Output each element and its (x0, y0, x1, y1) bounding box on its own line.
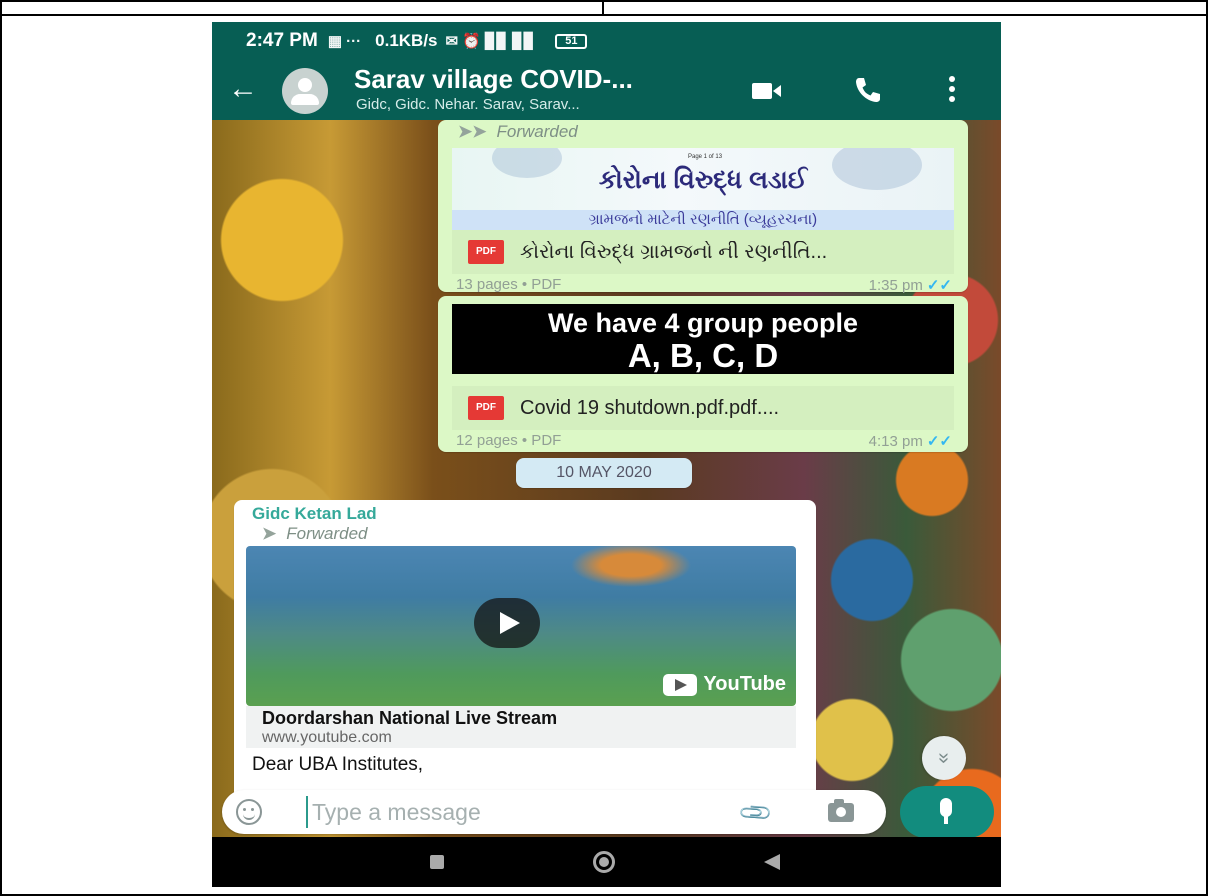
pdf-icon: PDF (468, 396, 504, 420)
back-arrow-icon[interactable]: ← (228, 72, 258, 106)
forwarded-label: ➤➤ Forwarded (458, 122, 578, 142)
chat-wallpaper: ➤➤ Forwarded Page 1 of 13 કોરોના વિરુદ્ધ … (212, 120, 1001, 837)
mic-button[interactable] (900, 786, 994, 838)
message-input[interactable] (306, 796, 706, 828)
message-bubble[interactable]: ➤➤ Forwarded Page 1 of 13 કોરોના વિરુદ્ધ … (438, 120, 968, 294)
recents-icon[interactable] (430, 855, 444, 869)
chat-participants[interactable]: Gidc, Gidc. Nehar. Sarav, Sarav... (356, 96, 580, 113)
document-meta: 12 pages • PDF (456, 432, 562, 449)
home-icon[interactable] (593, 851, 615, 873)
camera-icon[interactable] (828, 799, 854, 822)
read-ticks-icon: ✓✓ (926, 433, 952, 450)
chat-header: ← Sarav village COVID-... Gidc, Gidc. Ne… (212, 60, 1001, 120)
video-call-icon[interactable] (752, 82, 782, 100)
net-speed: 0.1KB/s (375, 31, 438, 50)
voice-call-icon[interactable] (852, 74, 884, 106)
play-icon[interactable] (474, 598, 540, 648)
message-bubble[interactable]: Gidc Ketan Lad ➤ Forwarded YouTube Doorda… (234, 500, 816, 800)
document-row[interactable]: PDF Covid 19 shutdown.pdf.pdf.... (452, 386, 954, 430)
message-time: 1:35 pm ✓✓ (869, 276, 952, 294)
system-nav-bar (212, 837, 1001, 887)
preview-line-1: We have 4 group people (547, 308, 859, 338)
read-ticks-icon: ✓✓ (926, 277, 952, 294)
forwarded-text: Forwarded (496, 122, 578, 141)
frame-divider (0, 14, 1208, 16)
date-divider: 10 MAY 2020 (516, 458, 692, 488)
chat-title[interactable]: Sarav village COVID-... (354, 64, 633, 95)
scroll-down-icon[interactable]: » (922, 736, 966, 780)
more-menu-icon[interactable] (948, 76, 956, 104)
message-bubble[interactable]: We have 4 group people A, B, C, D PDF Co… (438, 296, 968, 452)
youtube-logo: YouTube (663, 673, 786, 696)
video-thumbnail[interactable]: YouTube (246, 546, 796, 706)
preview-line-2: A, B, C, D (627, 337, 779, 374)
notification-icons: ▦ ··· (327, 33, 362, 50)
emoji-icon[interactable] (236, 799, 262, 825)
preview-subtitle: ગ્રામજનો માટેની રણનીતિ (વ્યૂહરચના) (452, 210, 954, 230)
document-row[interactable]: PDF કોરોના વિરુદ્ધ ગ્રામજનો ની રણનીતિ... (452, 230, 954, 274)
forwarded-icon: ➤ (262, 524, 277, 543)
document-preview[interactable]: Page 1 of 13 કોરોના વિરુદ્ધ લડાઈ ગ્રામજન… (452, 148, 954, 230)
document-name: Covid 19 shutdown.pdf.pdf.... (520, 396, 780, 419)
forwarded-label: ➤ Forwarded (262, 524, 368, 544)
attach-icon[interactable]: 📎 (737, 794, 775, 832)
document-name: કોરોના વિરુદ્ધ ગ્રામજનો ની રણનીતિ... (520, 240, 828, 263)
pdf-icon: PDF (468, 240, 504, 264)
back-icon[interactable] (764, 854, 780, 870)
status-time: 2:47 PM (246, 30, 318, 51)
sender-name[interactable]: Gidc Ketan Lad (252, 504, 377, 524)
document-meta: 13 pages • PDF (456, 276, 562, 293)
mic-icon (940, 798, 952, 817)
link-preview[interactable]: Doordarshan National Live Stream www.you… (246, 706, 796, 748)
message-time-text: 1:35 pm (868, 277, 923, 294)
youtube-label: YouTube (703, 673, 786, 695)
status-bar: 2:47 PM ▦ ··· 0.1KB/s ✉ ⏰ ▊▊ ▊▊ 51 (212, 22, 1001, 60)
link-title: Doordarshan National Live Stream (262, 708, 558, 728)
link-url: www.youtube.com (262, 729, 392, 746)
message-time: 4:13 pm ✓✓ (869, 432, 952, 450)
preview-title: કોરોના વિરુદ્ધ લડાઈ (598, 166, 808, 194)
forwarded-text: Forwarded (286, 524, 368, 543)
phone-screen: 2:47 PM ▦ ··· 0.1KB/s ✉ ⏰ ▊▊ ▊▊ 51 ← Sar… (212, 22, 1001, 887)
youtube-icon (663, 673, 698, 696)
frame-divider-vertical (602, 0, 604, 15)
preview-page-label: Page 1 of 13 (688, 154, 723, 160)
message-text: Dear UBA Institutes, (252, 754, 424, 775)
document-preview[interactable]: We have 4 group people A, B, C, D (452, 304, 954, 374)
message-composer: 📎 (222, 790, 886, 834)
forwarded-icon: ➤➤ (458, 122, 487, 141)
battery-icon: 51 (555, 33, 588, 49)
message-time-text: 4:13 pm (868, 433, 923, 450)
group-avatar[interactable] (282, 68, 328, 114)
signal-icons: ✉ ⏰ ▊▊ ▊▊ (445, 33, 536, 50)
